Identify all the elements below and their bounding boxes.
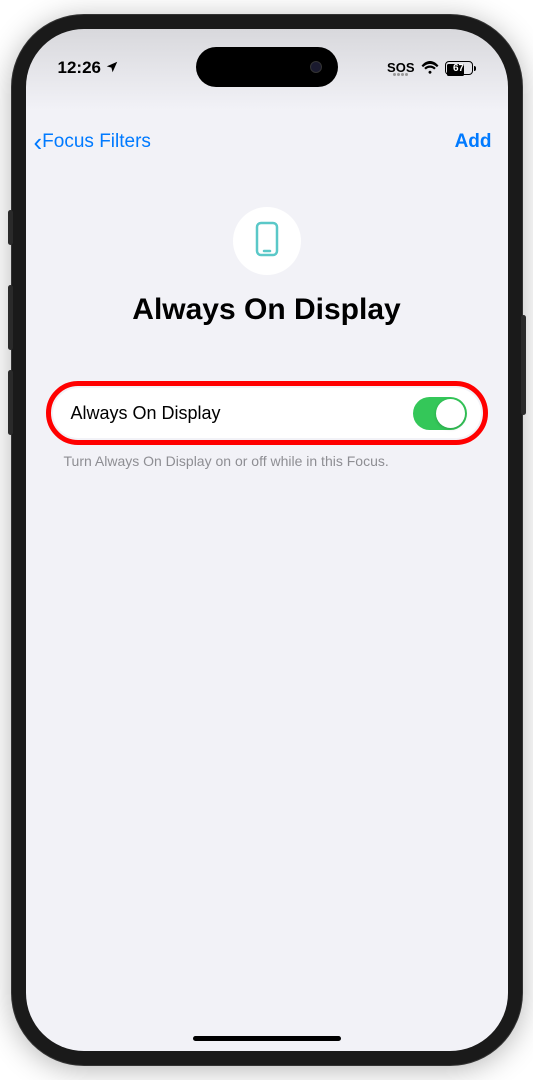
chevron-left-icon: ‹ <box>34 127 43 158</box>
setting-label: Always On Display <box>71 403 221 424</box>
content: Always On Display Always On Display Turn… <box>26 167 508 469</box>
location-icon <box>105 60 119 77</box>
always-on-display-toggle[interactable] <box>413 397 467 430</box>
power-button <box>521 315 526 415</box>
setting-row[interactable]: Always On Display <box>53 388 481 438</box>
add-button[interactable]: Add <box>455 131 492 153</box>
nav-bar: ‹ Focus Filters Add <box>26 117 508 167</box>
volume-down-button <box>8 370 13 435</box>
toggle-knob <box>436 399 465 428</box>
time-label: 12:26 <box>58 58 101 78</box>
feature-icon-container <box>233 207 301 275</box>
screen: 12:26 SOS <box>26 29 508 1051</box>
status-right: SOS 67 <box>387 60 475 77</box>
silent-switch <box>8 210 13 245</box>
phone-frame: 12:26 SOS <box>12 15 522 1065</box>
setting-description: Turn Always On Display on or off while i… <box>46 445 488 469</box>
home-indicator[interactable] <box>193 1036 341 1041</box>
status-left: 12:26 <box>58 58 119 78</box>
front-camera <box>310 61 322 73</box>
volume-up-button <box>8 285 13 350</box>
back-button[interactable]: ‹ Focus Filters <box>34 127 151 158</box>
wifi-icon <box>421 60 439 77</box>
dynamic-island <box>196 47 338 87</box>
page-title: Always On Display <box>46 293 488 327</box>
highlight-annotation: Always On Display <box>46 381 488 445</box>
back-label: Focus Filters <box>42 131 151 153</box>
battery-icon: 67 <box>445 61 476 75</box>
phone-display-icon <box>254 221 280 262</box>
sos-indicator: SOS <box>387 61 414 76</box>
